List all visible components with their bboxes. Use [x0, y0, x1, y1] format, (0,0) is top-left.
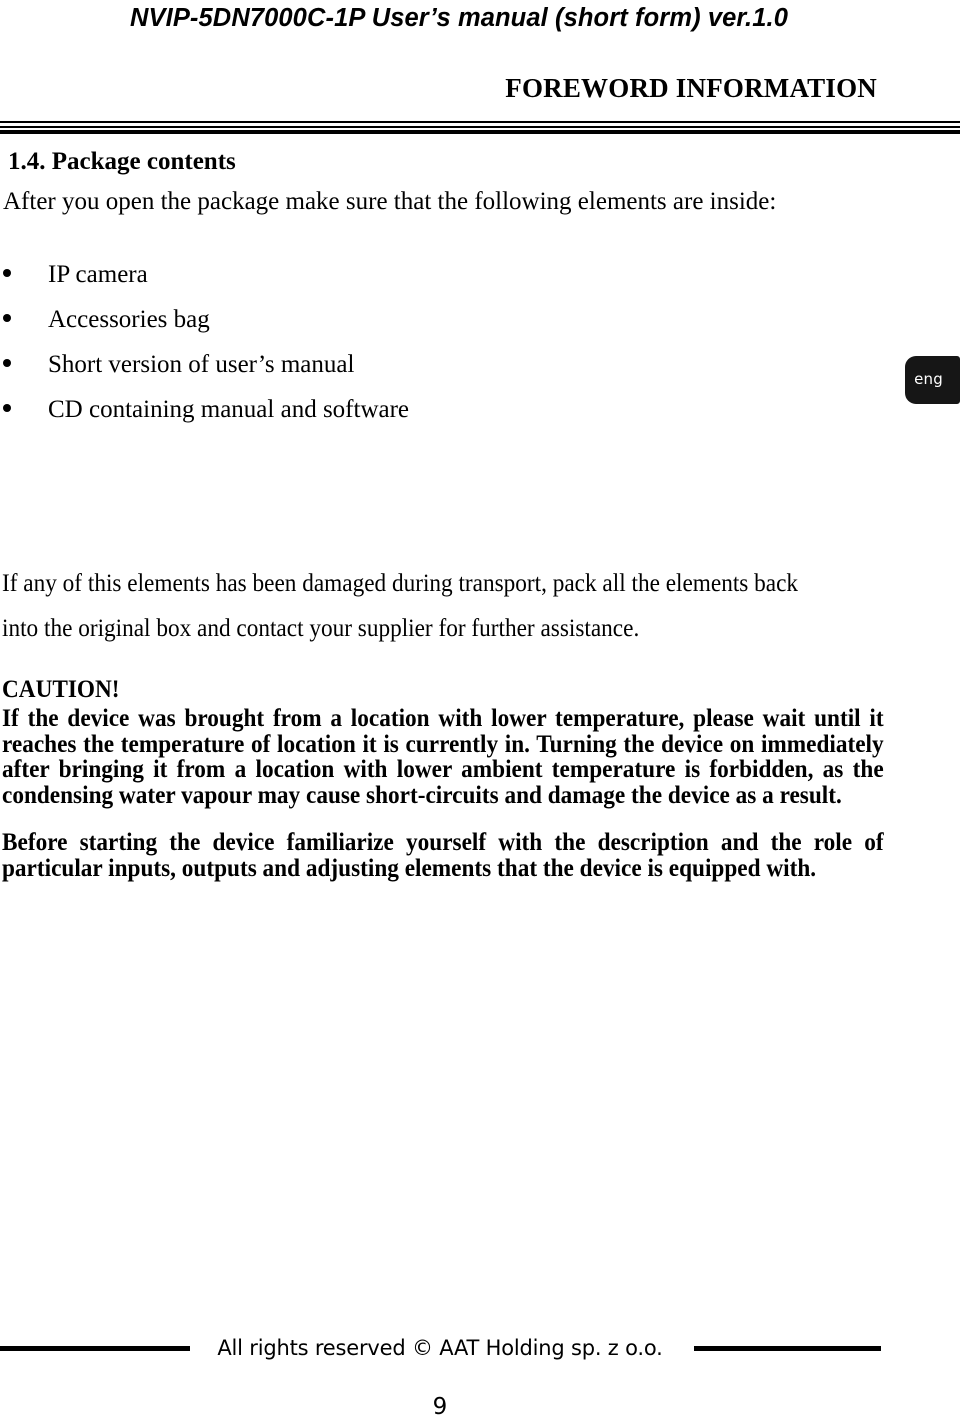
bullet-icon [3, 269, 11, 277]
document-header: NVIP-5DN7000C-1P User’s manual (short fo… [0, 4, 960, 33]
list-item: Accessories bag [0, 307, 880, 352]
section-heading: 1.4. Package contents [8, 148, 236, 175]
caution-heading: CAUTION! [2, 676, 120, 703]
bullet-icon [3, 359, 11, 367]
list-item: Short version of user’s manual [0, 352, 880, 397]
list-item-label: Accessories bag [48, 306, 210, 333]
bullet-icon [3, 404, 11, 412]
header-divider-line-3 [0, 130, 960, 134]
running-header-title: NVIP-5DN7000C-1P User’s manual (short fo… [130, 4, 788, 32]
list-item: CD containing manual and software [0, 397, 880, 442]
section-intro-paragraph: After you open the package make sure tha… [3, 188, 777, 215]
list-item-label: Short version of user’s manual [48, 351, 355, 378]
language-tab-label: eng [914, 370, 943, 388]
caution-body-text: If the device was brought from a locatio… [2, 705, 884, 809]
list-item-label: CD containing manual and software [48, 396, 410, 423]
list-item-label: IP camera [48, 261, 148, 288]
list-item: IP camera [0, 262, 880, 307]
package-contents-list: IP camera Accessories bag Short version … [0, 262, 880, 442]
document-page: NVIP-5DN7000C-1P User’s manual (short fo… [0, 0, 960, 1420]
chapter-title: FOREWORD INFORMATION [505, 73, 877, 103]
language-tab-eng[interactable]: eng [905, 356, 960, 404]
page-number: 9 [432, 1394, 448, 1420]
bullet-icon [3, 314, 11, 322]
before-starting-paragraph: Before starting the device familiarize y… [2, 829, 884, 882]
document-footer: All rights reserved © AAT Holding sp. z … [0, 1336, 960, 1420]
damaged-elements-note: If any of this elements has been damaged… [2, 570, 799, 642]
footer-copyright: All rights reserved © AAT Holding sp. z … [217, 1336, 663, 1360]
header-divider-line-2 [0, 126, 960, 128]
header-divider-line-1 [0, 121, 960, 123]
header-divider [0, 121, 960, 134]
